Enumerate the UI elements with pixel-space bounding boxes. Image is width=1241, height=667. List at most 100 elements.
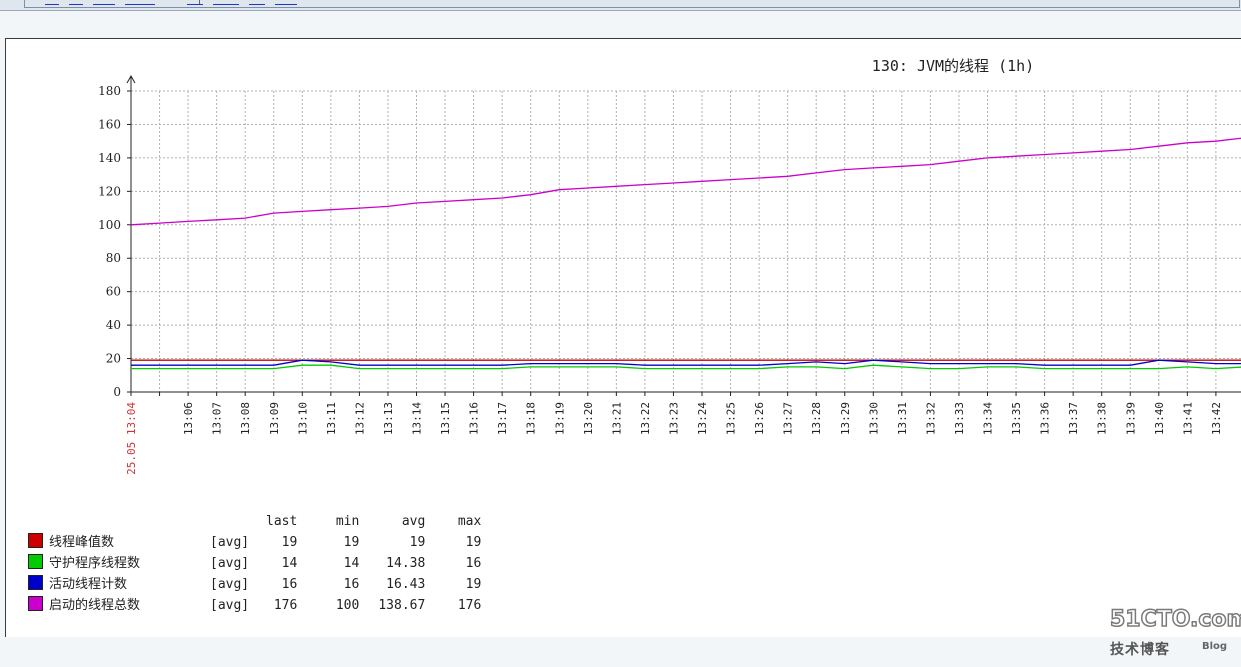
x-tick-label: 13:39 xyxy=(1124,402,1137,435)
legend-max: 19 xyxy=(465,576,482,592)
x-tick-label: 13:06 xyxy=(182,402,195,435)
x-tick-label: 13:09 xyxy=(268,402,281,435)
watermark-main: 51CTO.com xyxy=(1109,606,1241,633)
legend-header-max: max xyxy=(457,514,482,529)
x-tick-label: 13:12 xyxy=(353,402,366,435)
legend-min: 100 xyxy=(335,597,360,613)
top-nav-frame xyxy=(24,0,1240,8)
x-tick-label: 13:08 xyxy=(239,402,252,435)
x-tick-label: 13:27 xyxy=(782,402,795,435)
legend-func: [avg] xyxy=(210,597,250,613)
y-tick-label: 120 xyxy=(98,184,121,198)
chart-title: 130: JVM的线程 (1h) xyxy=(872,57,1034,75)
legend-swatch-active xyxy=(28,575,43,590)
x-tick-label: 13:14 xyxy=(411,402,424,435)
y-tick-label: 100 xyxy=(98,218,121,232)
x-tick-label: 13:34 xyxy=(982,402,995,435)
legend-series-name: 启动的线程总数 xyxy=(49,598,141,613)
legend-avg: 19 xyxy=(409,534,426,550)
legend-max: 19 xyxy=(465,534,482,550)
legend-row: 线程峰值数 [avg] 19 19 19 19 xyxy=(28,533,481,554)
legend-row: 守护程序线程数 [avg] 14 14 14.38 16 xyxy=(28,554,481,575)
top-nav-link[interactable] xyxy=(249,0,265,5)
legend-func: [avg] xyxy=(210,576,250,592)
legend-avg: 14.38 xyxy=(386,555,426,571)
legend-header-last: last xyxy=(266,514,298,529)
x-start-date-label: 25.05 13:04 xyxy=(125,402,138,475)
x-tick-label: 13:29 xyxy=(839,402,852,435)
legend-row: 活动线程计数 [avg] 16 16 16.43 19 xyxy=(28,575,481,596)
x-tick-label: 13:15 xyxy=(439,402,452,435)
y-tick-label: 60 xyxy=(106,285,121,299)
x-tick-label: 13:18 xyxy=(525,402,538,435)
x-tick-label: 13:17 xyxy=(496,402,509,435)
x-tick-label: 13:38 xyxy=(1096,402,1109,435)
top-nav-link[interactable] xyxy=(93,0,115,5)
legend-avg: 138.67 xyxy=(378,597,426,613)
legend-last: 176 xyxy=(273,597,298,613)
x-tick-label: 13:25 xyxy=(725,402,738,435)
graph-panel: 130: JVM的线程 (1h) 0 20 40 60 80 100 120 140 160 18… xyxy=(5,38,1241,658)
x-tick-labels: 25.05 13:04 13:06 13:07 13:08 13:09 13:10 13:1… xyxy=(125,402,1223,475)
legend-min: 14 xyxy=(343,555,360,571)
legend-last: 14 xyxy=(281,555,298,571)
legend-header-avg: avg xyxy=(401,514,426,529)
top-nav-link[interactable] xyxy=(187,0,203,5)
legend-swatch-started xyxy=(28,596,43,611)
x-tick-label: 13:28 xyxy=(810,402,823,435)
y-tick-label: 140 xyxy=(98,151,121,165)
top-nav-link[interactable] xyxy=(275,0,297,5)
legend-min: 16 xyxy=(343,576,360,592)
legend-header-row: last min avg max xyxy=(28,513,481,533)
legend-series-name: 线程峰值数 xyxy=(49,535,115,550)
legend-swatch-daemon xyxy=(28,554,43,569)
legend-func: [avg] xyxy=(210,534,250,550)
legend-series-name: 守护程序线程数 xyxy=(49,556,141,571)
y-tick-label: 160 xyxy=(98,117,121,131)
x-tick-label: 13:33 xyxy=(953,402,966,435)
legend-min: 19 xyxy=(343,534,360,550)
x-tick-label: 13:24 xyxy=(696,402,709,435)
legend-series-name: 活动线程计数 xyxy=(49,577,128,592)
legend-last: 19 xyxy=(281,534,298,550)
y-tick-labels: 0 20 40 60 80 100 120 140 160 180 xyxy=(98,84,121,399)
y-tick-label: 0 xyxy=(113,385,121,399)
x-tick-label: 13:36 xyxy=(1039,402,1052,435)
grid xyxy=(131,90,1241,392)
watermark-sub: 技术博客 xyxy=(1110,642,1170,658)
x-tick-label: 13:40 xyxy=(1153,402,1166,435)
top-nav-link[interactable] xyxy=(69,0,83,5)
legend-swatch-peak xyxy=(28,533,43,548)
x-tick-label: 13:31 xyxy=(896,402,909,435)
y-tick-label: 80 xyxy=(106,251,121,265)
legend: last min avg max 线程峰值数 [avg] 19 19 19 19… xyxy=(28,513,481,617)
y-tick-label: 40 xyxy=(106,318,121,332)
x-tick-label: 13:07 xyxy=(211,402,224,435)
x-tick-label: 13:35 xyxy=(1010,402,1023,435)
x-tick-label: 13:21 xyxy=(610,402,623,435)
watermark-logo: 51CTO.com 技术博客 Blog xyxy=(1106,606,1241,667)
legend-avg: 16.43 xyxy=(386,576,426,592)
y-tick-label: 180 xyxy=(98,84,121,98)
x-tick-label: 13:22 xyxy=(639,402,652,435)
x-tick-label: 13:32 xyxy=(924,402,937,435)
series-lines xyxy=(130,137,1241,370)
y-tick-label: 20 xyxy=(106,352,121,366)
top-nav-link[interactable] xyxy=(213,0,239,5)
top-nav-link[interactable] xyxy=(125,0,155,5)
x-tick-label: 13:26 xyxy=(753,402,766,435)
top-navigation-bar xyxy=(0,0,1241,11)
x-tick-label: 13:20 xyxy=(582,402,595,435)
watermark-blog: Blog xyxy=(1202,641,1228,652)
legend-row: 启动的线程总数 [avg] 176 100 138.67 176 xyxy=(28,596,481,617)
legend-max: 16 xyxy=(465,555,482,571)
x-tick-label: 13:23 xyxy=(667,402,680,435)
x-tick-label: 13:30 xyxy=(867,402,880,435)
x-tick-label: 13:11 xyxy=(325,402,338,435)
top-nav-link[interactable] xyxy=(45,0,59,5)
legend-func: [avg] xyxy=(210,555,250,571)
x-tick-label: 13:13 xyxy=(382,402,395,435)
x-tick-label: 13:19 xyxy=(553,402,566,435)
x-tick-label: 13:16 xyxy=(468,402,481,435)
legend-max: 176 xyxy=(457,597,482,613)
